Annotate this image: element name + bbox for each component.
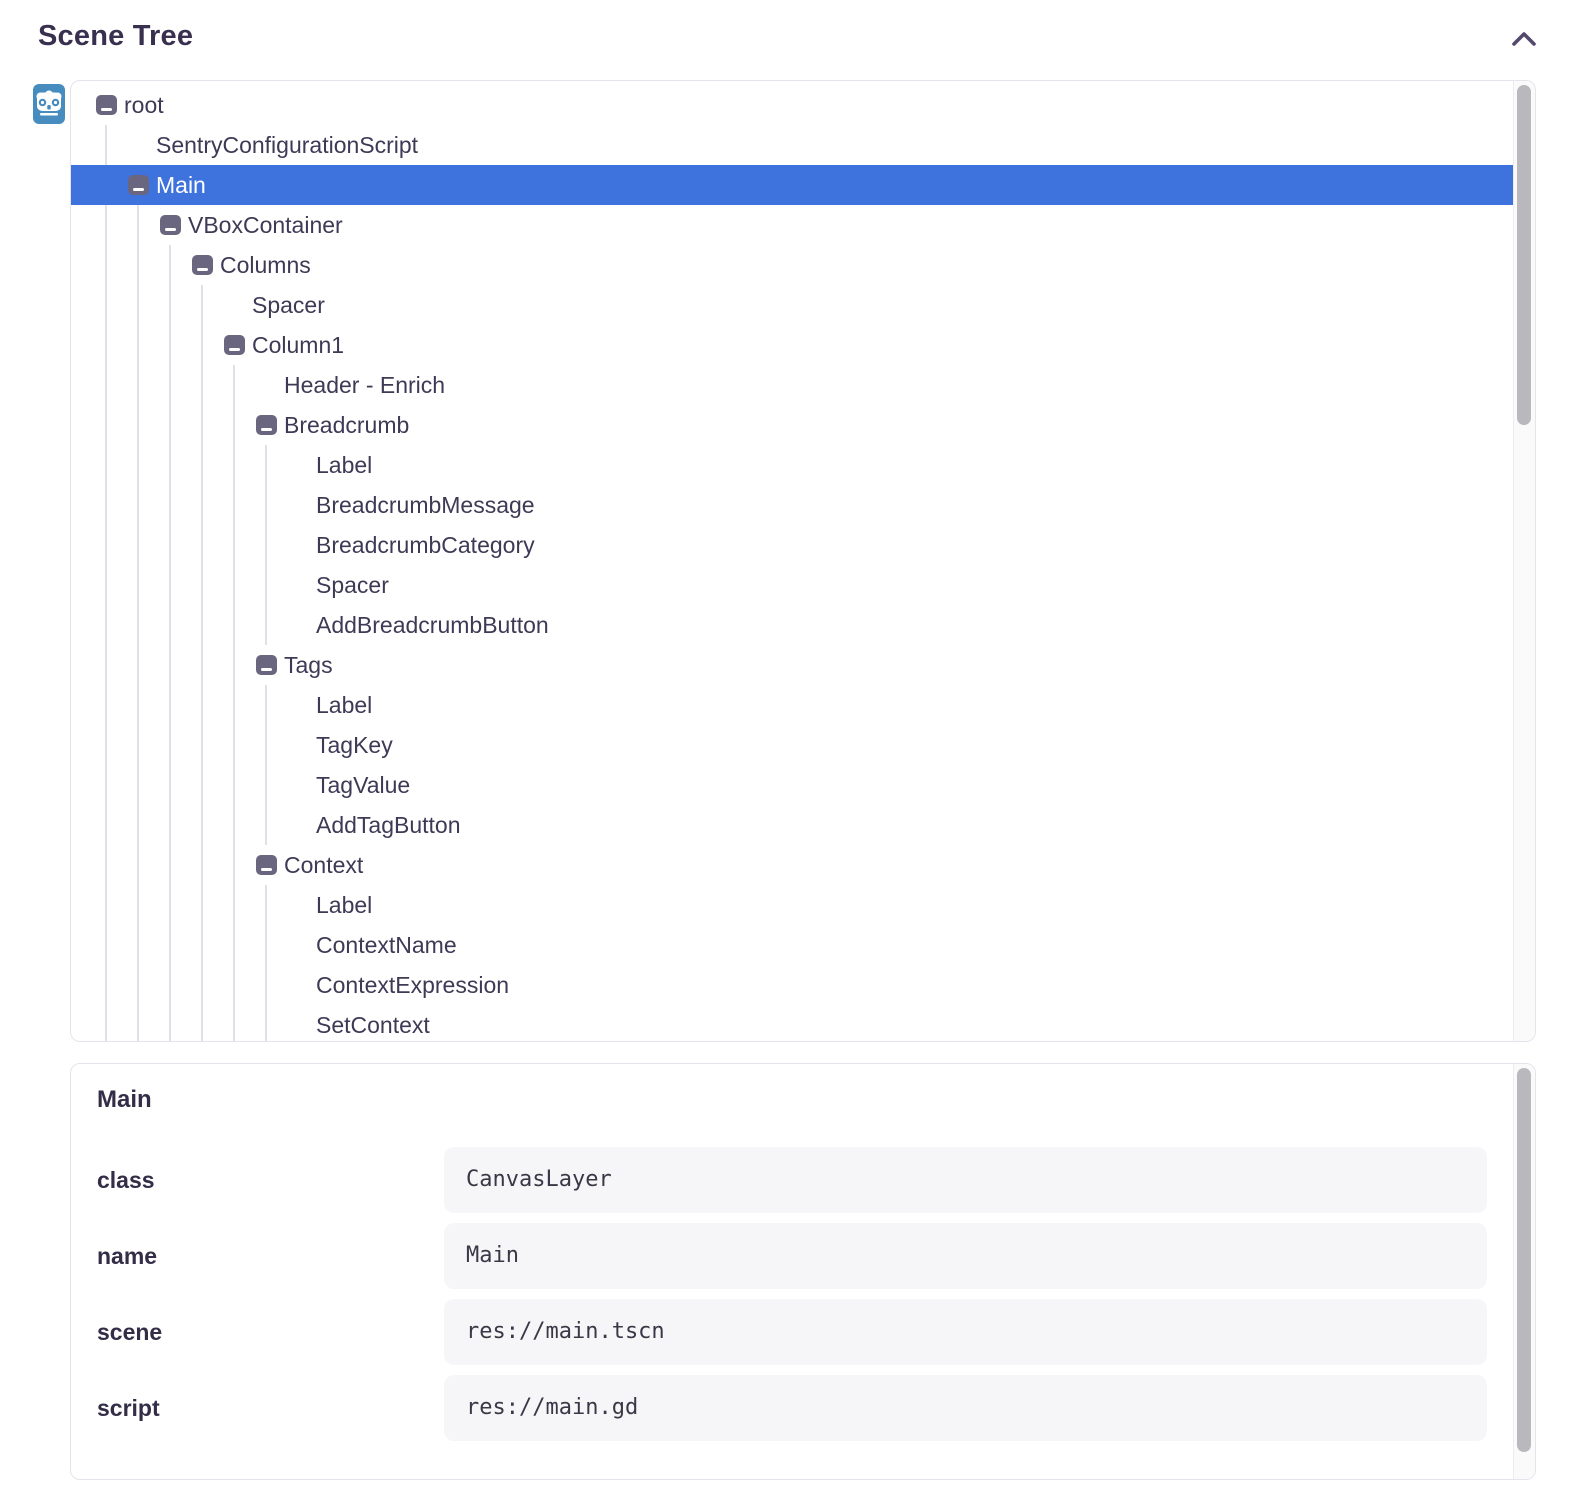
detail-row-class: class CanvasLayer xyxy=(97,1147,1487,1213)
collapse-node-button[interactable] xyxy=(256,655,277,675)
tree-node-label: Main xyxy=(156,165,206,205)
minus-icon xyxy=(261,868,272,871)
minus-icon xyxy=(197,268,208,271)
tree-node-header-enrich[interactable]: Header - Enrich xyxy=(71,365,1513,405)
details-scrollbar-track[interactable] xyxy=(1513,1064,1535,1479)
tree-node-label: Context xyxy=(284,845,363,885)
tree-node-vboxcontainer[interactable]: VBoxContainer xyxy=(71,205,1513,245)
tree-node-contextname[interactable]: ContextName xyxy=(71,925,1513,965)
tree-node-breadcrumbcategory[interactable]: BreadcrumbCategory xyxy=(71,525,1513,565)
tree-node-label: BreadcrumbMessage xyxy=(316,485,535,525)
minus-icon xyxy=(229,348,240,351)
tree-node-label: ContextExpression xyxy=(316,965,509,1005)
minus-icon xyxy=(133,188,144,191)
tree-node-label: Header - Enrich xyxy=(284,365,445,405)
detail-row-scene: scene res://main.tscn xyxy=(97,1299,1487,1365)
detail-key: class xyxy=(97,1147,155,1213)
minus-icon xyxy=(261,668,272,671)
tree-node-label: Tags xyxy=(284,645,333,685)
tree-scrollbar-track[interactable] xyxy=(1513,81,1535,1041)
collapse-node-button[interactable] xyxy=(160,215,181,235)
tree-node-root[interactable]: root xyxy=(71,85,1513,125)
chevron-up-icon xyxy=(1511,31,1537,47)
tree-node-spacer[interactable]: Spacer xyxy=(71,565,1513,605)
tree-node-sentryconfigurationscript[interactable]: SentryConfigurationScript xyxy=(71,125,1513,165)
collapse-node-button[interactable] xyxy=(224,335,245,355)
tree-node-label[interactable]: Label xyxy=(71,685,1513,725)
minus-icon xyxy=(165,228,176,231)
collapse-node-button[interactable] xyxy=(96,95,117,115)
tree-node-tags[interactable]: Tags xyxy=(71,645,1513,685)
tree-node-contextexpression[interactable]: ContextExpression xyxy=(71,965,1513,1005)
tree-scrollbar-thumb[interactable] xyxy=(1517,85,1531,425)
detail-value: Main xyxy=(444,1223,1487,1289)
scene-tree: rootSentryConfigurationScriptMainVBoxCon… xyxy=(71,81,1513,1041)
tree-node-label: Spacer xyxy=(252,285,325,325)
tree-node-label: BreadcrumbCategory xyxy=(316,525,535,565)
tree-node-breadcrumb[interactable]: Breadcrumb xyxy=(71,405,1513,445)
tree-node-context[interactable]: Context xyxy=(71,845,1513,885)
collapse-node-button[interactable] xyxy=(256,855,277,875)
tree-node-label[interactable]: Label xyxy=(71,885,1513,925)
detail-value: res://main.tscn xyxy=(444,1299,1487,1365)
node-details-panel: Main class CanvasLayer name Main scene r… xyxy=(70,1063,1536,1480)
tree-node-addtagbutton[interactable]: AddTagButton xyxy=(71,805,1513,845)
tree-node-tagkey[interactable]: TagKey xyxy=(71,725,1513,765)
tree-node-tagvalue[interactable]: TagValue xyxy=(71,765,1513,805)
godot-icon xyxy=(33,84,65,124)
tree-node-label: Label xyxy=(316,445,372,485)
tree-node-label: AddTagButton xyxy=(316,805,461,845)
tree-node-label: Label xyxy=(316,685,372,725)
detail-value: res://main.gd xyxy=(444,1375,1487,1441)
tree-node-main[interactable]: Main xyxy=(71,165,1513,205)
collapse-node-button[interactable] xyxy=(256,415,277,435)
detail-row-script: script res://main.gd xyxy=(97,1375,1487,1441)
scene-tree-panel: rootSentryConfigurationScriptMainVBoxCon… xyxy=(70,80,1536,1042)
tree-node-setcontext[interactable]: SetContext xyxy=(71,1005,1513,1041)
tree-node-spacer[interactable]: Spacer xyxy=(71,285,1513,325)
tree-node-label: Column1 xyxy=(252,325,344,365)
tree-node-label: Spacer xyxy=(316,565,389,605)
detail-key: name xyxy=(97,1223,157,1289)
detail-value-box: CanvasLayer xyxy=(444,1147,1487,1213)
tree-node-label: TagValue xyxy=(316,765,410,805)
tree-node-label: Label xyxy=(316,885,372,925)
detail-value-box: res://main.tscn xyxy=(444,1299,1487,1365)
tree-node-label: Breadcrumb xyxy=(284,405,409,445)
detail-row-name: name Main xyxy=(97,1223,1487,1289)
tree-node-label: SentryConfigurationScript xyxy=(156,125,418,165)
detail-value-box: res://main.gd xyxy=(444,1375,1487,1441)
collapse-node-button[interactable] xyxy=(128,175,149,195)
page-title: Scene Tree xyxy=(38,20,193,53)
detail-key: script xyxy=(97,1375,160,1441)
collapse-node-button[interactable] xyxy=(192,255,213,275)
detail-key: scene xyxy=(97,1299,162,1365)
tree-node-column1[interactable]: Column1 xyxy=(71,325,1513,365)
tree-node-columns[interactable]: Columns xyxy=(71,245,1513,285)
tree-node-label: Columns xyxy=(220,245,311,285)
collapse-panel-button[interactable] xyxy=(1504,22,1544,56)
tree-node-label: VBoxContainer xyxy=(188,205,343,245)
detail-value-box: Main xyxy=(444,1223,1487,1289)
tree-node-label: AddBreadcrumbButton xyxy=(316,605,549,645)
tree-node-label: ContextName xyxy=(316,925,457,965)
tree-node-label: root xyxy=(124,85,164,125)
tree-node-label[interactable]: Label xyxy=(71,445,1513,485)
tree-node-label: SetContext xyxy=(316,1005,430,1041)
tree-node-breadcrumbmessage[interactable]: BreadcrumbMessage xyxy=(71,485,1513,525)
minus-icon xyxy=(261,428,272,431)
details-title: Main xyxy=(97,1086,152,1114)
detail-value: CanvasLayer xyxy=(444,1147,1487,1213)
tree-node-label: TagKey xyxy=(316,725,393,765)
tree-node-addbreadcrumbbutton[interactable]: AddBreadcrumbButton xyxy=(71,605,1513,645)
details-scrollbar-thumb[interactable] xyxy=(1517,1068,1531,1452)
minus-icon xyxy=(101,108,112,111)
